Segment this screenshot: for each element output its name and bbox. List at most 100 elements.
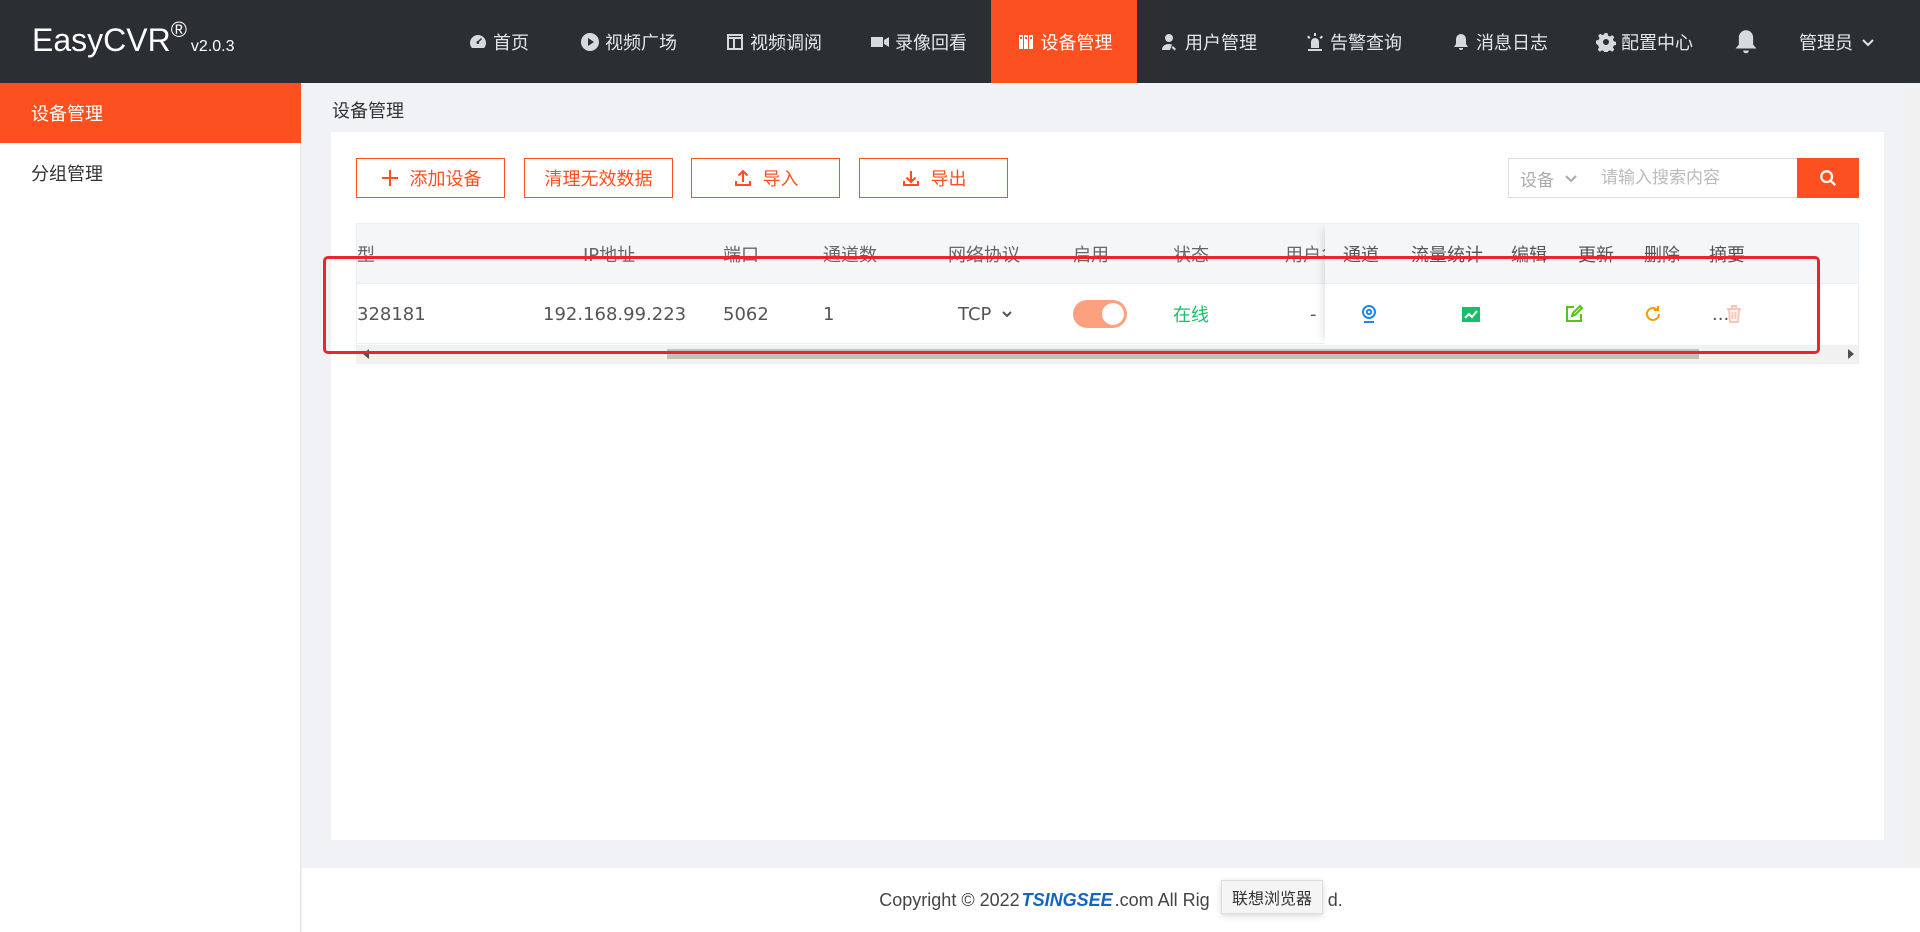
plus-icon [381,170,398,186]
device-icon [1018,34,1033,49]
export-button[interactable]: 导出 [859,158,1008,198]
header-channel-count: 通道数 [823,245,877,266]
fixed-actions-columns: 通道 流量统计 编辑 更新 删除 摘要 ... [1325,224,1858,344]
footer-brand[interactable]: TSINGSEE [1022,890,1113,911]
cell-username: - [1310,303,1317,325]
camera-icon [1362,305,1376,323]
search-box: 设备 [1508,158,1798,198]
upload-icon [734,169,751,186]
device-table: 型 IP地址 端口 通道数 网络协议 启用 状态 用户名 328181 192.… [356,223,1859,364]
nav-item-video-square[interactable]: 视频广场 [580,0,677,83]
nav-item-playback[interactable]: 录像回看 [870,0,967,83]
cell-type: 328181 [357,303,426,325]
search-icon [1820,170,1836,186]
nav-item-label: 用户管理 [1185,32,1257,54]
nav-item-video-review[interactable]: 视频调阅 [725,0,822,83]
search-input[interactable] [1589,168,1789,188]
protocol-select[interactable]: TCP [958,284,1013,344]
video-camera-icon [871,36,889,47]
nav-item-label: 配置中心 [1621,32,1693,54]
update-button[interactable] [1643,284,1663,344]
sidebar-item-device-management[interactable]: 设备管理 [0,83,301,143]
nav-item-label: 告警查询 [1330,32,1402,54]
nav-item-device-management[interactable]: 设备管理 [991,0,1137,83]
channel-button[interactable] [1359,284,1379,344]
enabled-toggle[interactable] [1073,300,1127,328]
header-type: 型 [357,245,375,266]
sidebar-item-group-management[interactable]: 分组管理 [0,143,301,203]
footer-tail: d. [1327,889,1343,910]
nav-item-user-management[interactable]: 用户管理 [1160,0,1257,83]
header-status: 状态 [1173,245,1209,266]
download-icon [902,171,919,186]
app-version: v2.0.3 [190,38,235,55]
footer: Copyright © 2022 TSINGSEE .com All Rig d. [302,868,1920,932]
search-button[interactable] [1797,158,1859,198]
user-name: 管理员 [1799,32,1853,54]
summary-button[interactable]: ... [1712,284,1729,344]
chart-icon [1462,307,1480,322]
fixed-header: 通道 流量统计 编辑 更新 删除 摘要 [1325,224,1858,284]
nav-item-alarm-query[interactable]: 告警查询 [1305,0,1402,83]
header-delete: 删除 [1644,245,1680,266]
import-label: 导入 [762,169,799,190]
header-summary: 摘要 [1709,245,1745,266]
scrollbar-thumb[interactable] [667,349,1699,359]
app-logo[interactable]: EasyCVR®v2.0.3 [32,17,235,59]
enabled-cell [1073,284,1127,344]
nav-item-home[interactable]: 首页 [468,0,529,83]
logo-name: EasyCVR [32,22,171,58]
header-protocol: 网络协议 [948,245,1020,266]
top-navbar: EasyCVR®v2.0.3 首页 视频广场 视频调阅 录像回看 设备管理 用户… [0,0,1920,83]
scroll-right-arrow[interactable] [1848,349,1854,359]
nav-item-label: 设备管理 [1040,32,1113,54]
clear-invalid-data-button[interactable]: 清理无效数据 [524,158,673,198]
nav-item-message-log[interactable]: 消息日志 [1451,0,1548,83]
edit-button[interactable] [1564,284,1584,344]
user-menu[interactable]: 管理员 [1799,0,1875,83]
header-update: 更新 [1578,245,1614,266]
cell-channel-count: 1 [823,303,835,325]
nav-item-label: 视频调阅 [750,32,822,54]
nav-item-config-center[interactable]: 配置中心 [1596,0,1693,83]
import-button[interactable]: 导入 [691,158,840,198]
layout-icon [727,33,743,50]
nav-item-label: 消息日志 [1476,32,1548,54]
clear-invalid-data-label: 清理无效数据 [544,169,653,190]
sidebar-item-label: 设备管理 [31,104,103,125]
breadcrumb: 设备管理 [332,101,404,122]
search-field-select[interactable]: 设备 [1509,166,1589,191]
add-device-button[interactable]: 添加设备 [356,158,505,198]
logo-registered-mark: ® [170,17,187,42]
gear-icon [1596,32,1616,52]
user-icon [1162,33,1176,50]
add-device-label: 添加设备 [409,169,482,190]
header-edit: 编辑 [1511,245,1547,266]
chevron-down-icon [1565,175,1577,183]
header-ip: IP地址 [583,245,636,266]
alarm-icon [1307,32,1323,51]
footer-copyright: Copyright © 2022 [879,889,1020,910]
chevron-down-icon [1862,38,1874,46]
edit-icon [1566,304,1584,322]
play-circle-icon [581,32,599,51]
dashboard-icon [470,34,486,48]
header-port: 端口 [723,245,759,266]
vertical-scrollbar[interactable] [1904,83,1920,932]
traffic-stats-button[interactable] [1461,284,1481,344]
chevron-down-icon [1002,311,1013,318]
protocol-value: TCP [958,303,992,325]
nav-item-label: 视频广场 [605,32,677,54]
search-field-value: 设备 [1520,170,1554,191]
bell-icon [1735,29,1757,53]
notification-bell[interactable] [1733,0,1759,83]
horizontal-scrollbar[interactable] [357,345,1858,363]
cell-port: 5062 [723,303,769,325]
sidebar-item-label: 分组管理 [31,164,103,185]
status-badge: 在线 [1173,305,1209,326]
export-label: 导出 [930,169,967,190]
cell-ip: 192.168.99.223 [543,303,687,325]
scroll-left-arrow[interactable] [363,349,369,359]
footer-rights: .com All Rig [1114,889,1210,910]
refresh-icon [1646,306,1660,321]
